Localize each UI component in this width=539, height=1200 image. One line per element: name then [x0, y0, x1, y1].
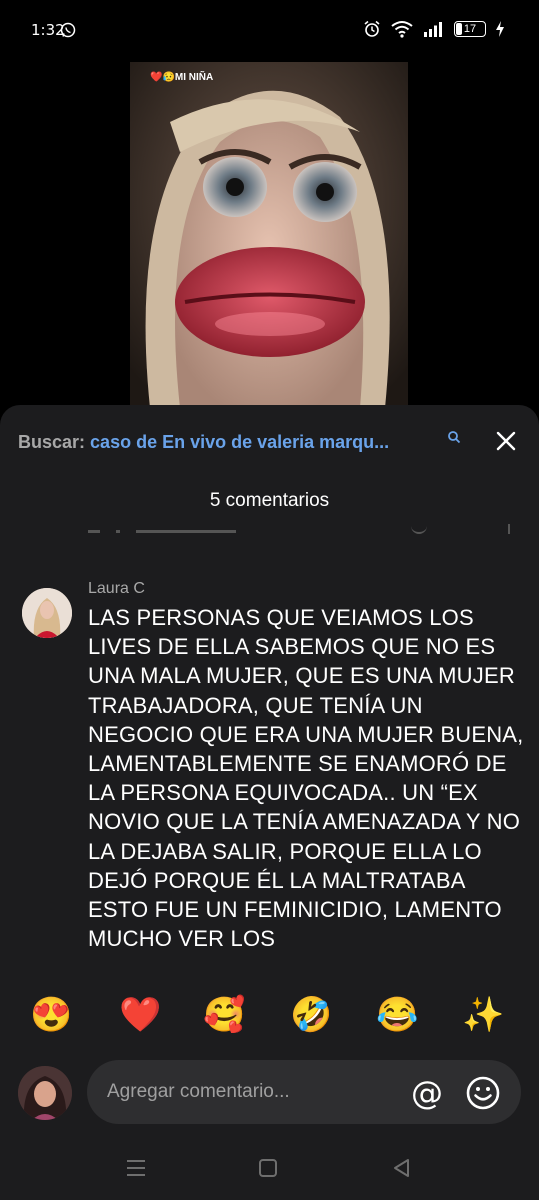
comment-input-container: @ — [87, 1060, 521, 1124]
video-caption: ❤️😥MI NIÑA — [150, 72, 213, 83]
comment-input[interactable] — [107, 1060, 387, 1124]
mention-button[interactable]: @ — [409, 1076, 445, 1110]
video-caption-text: MI NIÑA — [174, 72, 214, 83]
smiling-hearts-emoji-button[interactable]: 🥰 — [203, 985, 245, 1045]
whatsapp-icon — [60, 22, 76, 38]
search-suggestion[interactable]: Buscar: caso de En vivo de valeria marqu… — [18, 432, 389, 453]
heart-eyes-emoji-button[interactable]: 😍 — [30, 985, 72, 1045]
red-heart-emoji-button[interactable]: ❤️ — [119, 985, 161, 1045]
comment-author-name[interactable]: Laura C — [88, 580, 145, 598]
face-emoji-icon: 😥 — [162, 72, 175, 83]
current-user-avatar[interactable] — [18, 1066, 72, 1120]
home-icon[interactable] — [257, 1158, 279, 1178]
status-icons: 17 — [363, 20, 505, 38]
emoji-icon[interactable] — [465, 1075, 501, 1111]
comment-text: LAS PERSONAS QUE VEIAMOS LOS LIVES DE EL… — [88, 605, 524, 952]
back-icon[interactable] — [390, 1158, 412, 1178]
comments-title: 5 comentarios — [209, 490, 330, 511]
emoji-reaction-bar: 😍 ❤️ 🥰 🤣 😂 ✨ — [0, 985, 539, 1045]
wifi-icon — [391, 21, 413, 38]
heart-emoji-icon: ❤️ — [150, 72, 163, 83]
close-icon[interactable] — [494, 429, 518, 453]
comments-sheet: Buscar: caso de En vivo de valeria marqu… — [0, 405, 539, 1200]
sparkles-emoji-button[interactable]: ✨ — [462, 985, 504, 1045]
system-nav-bar — [0, 1140, 539, 1200]
battery-level: 17 — [463, 23, 477, 35]
signal-icon — [424, 22, 442, 37]
comment-author-avatar[interactable] — [22, 588, 72, 638]
search-query-link[interactable]: caso de En vivo de valeria marqu... — [90, 432, 389, 452]
battery-icon: 17 — [454, 21, 486, 37]
alarm-icon — [364, 20, 380, 37]
joy-emoji-button[interactable]: 😂 — [376, 985, 418, 1045]
video-player[interactable]: ❤️😥MI NIÑA — [130, 62, 408, 408]
menu-icon[interactable] — [125, 1158, 147, 1178]
search-prefix: Buscar: — [18, 432, 86, 452]
video-frame — [130, 62, 408, 408]
charging-icon — [496, 21, 504, 37]
rofl-emoji-button[interactable]: 🤣 — [290, 985, 332, 1045]
status-bar: 1:32 17 — [0, 0, 539, 62]
search-icon[interactable] — [447, 430, 461, 444]
previous-comment-actions — [88, 524, 528, 538]
comment-input-row: @ — [0, 1052, 539, 1132]
